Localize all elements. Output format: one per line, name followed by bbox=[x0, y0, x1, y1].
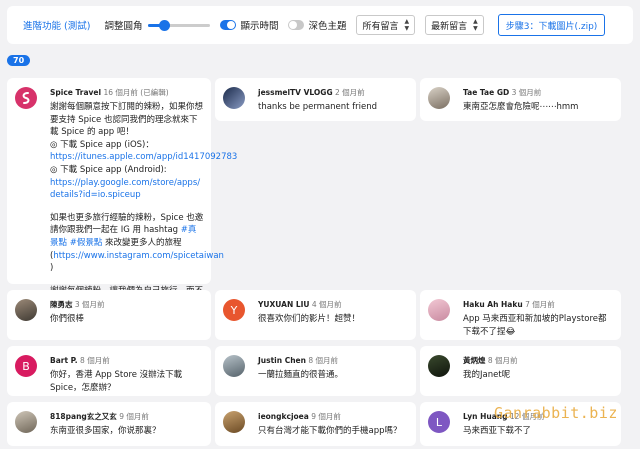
comment-sort-select[interactable]: 最新留言 ▲ ▼ bbox=[425, 15, 484, 35]
photo-avatar-icon[interactable] bbox=[15, 299, 37, 321]
updown-arrow-icon: ▲ ▼ bbox=[473, 18, 478, 32]
comment-text: 马来西亚下载不了 bbox=[463, 426, 532, 436]
comment-time: 9 個月前 bbox=[311, 412, 341, 421]
photo-avatar-icon[interactable] bbox=[223, 355, 245, 377]
comment-time: 16 個月前 (已編輯) bbox=[103, 88, 169, 97]
filter-value: 所有留言 bbox=[362, 21, 399, 32]
corner-radius-slider[interactable] bbox=[148, 18, 211, 32]
comment-text: thanks be permanent friend bbox=[258, 102, 378, 112]
comment-text: 东南亚很多国家，你说那裏？ bbox=[50, 426, 161, 436]
instagram-link[interactable]: https://www.instagram.com/spicetaiwan bbox=[53, 251, 224, 261]
show-time-label: 顯示時間 bbox=[240, 21, 279, 32]
comment-text: 我的Janet呢 bbox=[463, 370, 511, 380]
author-name[interactable]: Tae Tae GD bbox=[463, 88, 509, 97]
comment-card: 818pang玄之又玄 9 個月前 东南亚很多国家，你说那裏？ bbox=[7, 402, 211, 446]
author-name[interactable]: 黃炳煌 bbox=[463, 356, 486, 365]
dark-theme-toggle[interactable]: 深色主題 bbox=[288, 18, 346, 32]
android-app-link[interactable]: https://play.google.com/store/apps/detai… bbox=[50, 178, 200, 201]
author-name[interactable]: 818pang玄之又玄 bbox=[50, 412, 117, 421]
comment-time: 8 個月前 bbox=[308, 356, 339, 365]
author-name[interactable]: jessmelTV VLOGG bbox=[258, 88, 333, 97]
letter-avatar[interactable]: B bbox=[15, 355, 37, 377]
comment-text: 東南亞怎麼會危險呢⋯⋯hmm bbox=[463, 102, 579, 112]
author-name[interactable]: YUXUAN LIU bbox=[258, 300, 310, 309]
hashtag-link[interactable]: #假景點 bbox=[70, 238, 103, 248]
comment-card: Spice Travel 16 個月前 (已編輯) 謝謝每個願意按下訂閱的辣粉，… bbox=[7, 78, 237, 308]
toggle-off-icon bbox=[288, 20, 305, 30]
letter-avatar[interactable]: Y bbox=[223, 299, 245, 321]
photo-avatar-icon[interactable] bbox=[223, 411, 245, 433]
comment-card: B Bart P. 8 個月前 你好，香港 App Store 沒辦法下載 Sp… bbox=[7, 346, 211, 396]
author-name[interactable]: Bart P. bbox=[50, 356, 78, 365]
photo-avatar-icon[interactable] bbox=[223, 87, 245, 109]
author-name[interactable]: 陳勇志 bbox=[50, 300, 73, 309]
comment-time: 9 個月前 bbox=[119, 412, 149, 421]
author-name[interactable]: Justin Chen bbox=[258, 356, 306, 365]
author-name[interactable]: Spice Travel bbox=[50, 88, 101, 97]
comment-time: 3 個月前 bbox=[74, 300, 105, 309]
comment-text: 你們很棒 bbox=[50, 314, 85, 324]
comment-text: 你好，香港 App Store 沒辦法下載 Spice，怎麼辦？ bbox=[50, 370, 183, 393]
dark-theme-label: 深色主題 bbox=[308, 21, 347, 32]
photo-avatar-icon[interactable] bbox=[428, 299, 450, 321]
advanced-features-link[interactable]: 進階功能 (測試) bbox=[23, 18, 90, 32]
comment-card: jessmelTV VLOGG 2 個月前 thanks be permanen… bbox=[215, 78, 416, 121]
download-images-button[interactable]: 步驟3：下載圖片(.zip) bbox=[497, 14, 606, 36]
comment-text: App 马来西亚和新加坡的Playstore都下载不了捏😂 bbox=[463, 314, 607, 337]
comment-count-badge: 70 bbox=[7, 55, 31, 66]
comment-time: 8 個月前 bbox=[487, 356, 518, 365]
comment-text: 很喜欢你们的影片！超赞！ bbox=[258, 314, 361, 324]
comment-time: 8 個月前 bbox=[80, 356, 110, 365]
toolbar: 進階功能 (測試) 調整圓角 顯示時間 深色主題 所有留言 ▲ ▼ 最新留言 ▲ ▼… bbox=[7, 6, 633, 44]
comment-time: 2 個月前 bbox=[334, 88, 365, 97]
author-name[interactable]: Haku Ah Haku bbox=[463, 300, 523, 309]
show-time-toggle[interactable]: 顯示時間 bbox=[220, 18, 278, 32]
comment-text: 謝謝每個願意按下訂閱的辣粉，如果你想要支持 Spice 也認同我們的理念就來下載… bbox=[50, 102, 238, 308]
comment-card: Justin Chen 8 個月前 一蘭拉麵直的很普通。 bbox=[215, 346, 416, 396]
comment-card: ieongkcjoea 9 個月前 只有台灣才能下載你們的手機app嗎？ bbox=[215, 402, 416, 446]
comment-text: 只有台灣才能下載你們的手機app嗎？ bbox=[258, 426, 402, 436]
comment-time: 7 個月前 bbox=[525, 300, 555, 309]
toggle-on-icon bbox=[220, 20, 237, 30]
photo-avatar-icon[interactable] bbox=[428, 355, 450, 377]
sort-value: 最新留言 bbox=[431, 21, 468, 32]
corner-radius-label: 調整圓角 bbox=[104, 21, 143, 32]
comment-card: Tae Tae GD 3 個月前 東南亞怎麼會危險呢⋯⋯hmm bbox=[420, 78, 621, 121]
photo-avatar-icon[interactable] bbox=[428, 87, 450, 109]
author-name[interactable]: ieongkcjoea bbox=[258, 412, 309, 421]
photo-avatar-icon[interactable] bbox=[15, 411, 37, 433]
watermark: Ganrabbit.biz bbox=[494, 404, 618, 422]
comment-time: 3 個月前 bbox=[511, 88, 542, 97]
slider-handle[interactable] bbox=[158, 20, 170, 31]
comment-time: 4 個月前 bbox=[311, 300, 342, 309]
comment-filter-select[interactable]: 所有留言 ▲ ▼ bbox=[356, 15, 416, 35]
comment-card: 陳勇志 3 個月前 你們很棒 bbox=[7, 290, 211, 340]
comment-card: Y YUXUAN LIU 4 個月前 很喜欢你们的影片！超赞！ bbox=[215, 290, 416, 340]
ios-app-link[interactable]: https://itunes.apple.com/app/id141709278… bbox=[50, 152, 237, 162]
comment-card: Haku Ah Haku 7 個月前 App 马来西亚和新加坡的Playstor… bbox=[420, 290, 621, 340]
comment-card: 黃炳煌 8 個月前 我的Janet呢 bbox=[420, 346, 621, 396]
comment-text: 一蘭拉麵直的很普通。 bbox=[258, 370, 344, 380]
spice-logo-icon[interactable] bbox=[15, 87, 37, 109]
letter-avatar[interactable]: L bbox=[428, 411, 450, 433]
updown-arrow-icon: ▲ ▼ bbox=[404, 18, 410, 32]
